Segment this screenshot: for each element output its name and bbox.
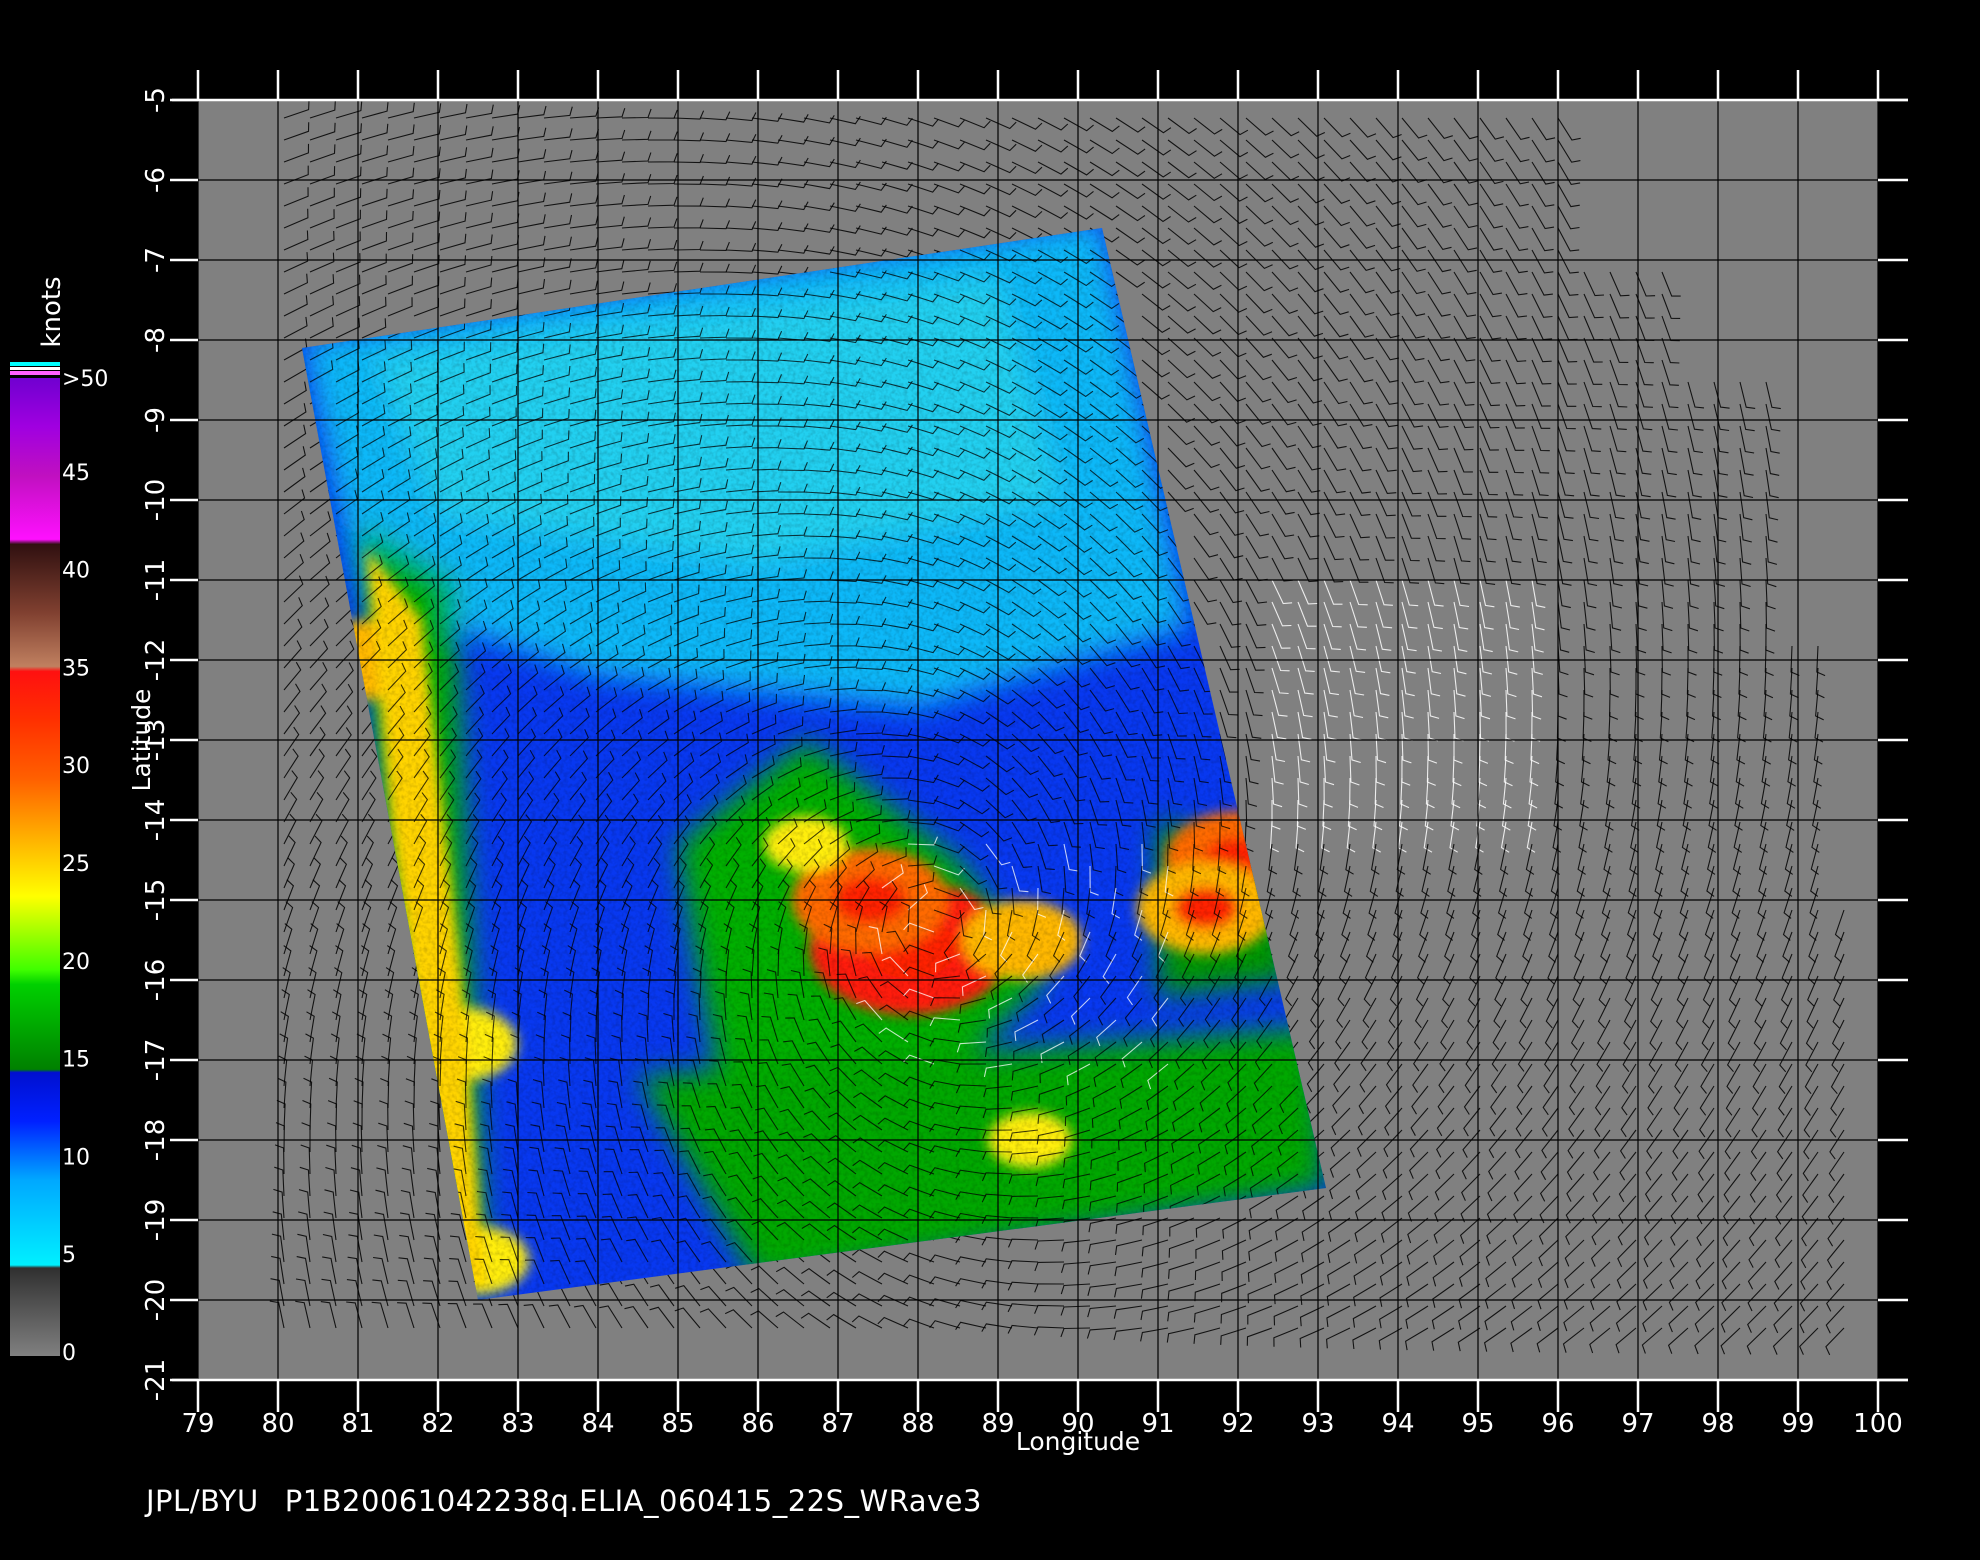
lon-tick-label: 81 xyxy=(341,1409,374,1439)
lat-tick-label: -20 xyxy=(141,1279,171,1321)
x-axis-label: Longitude xyxy=(1016,1427,1140,1456)
lon-tick-label: 85 xyxy=(661,1409,694,1439)
lon-tick-label: 87 xyxy=(821,1409,854,1439)
lon-tick-label: 89 xyxy=(981,1409,1014,1439)
legend-tick-label: 0 xyxy=(62,1341,76,1366)
legend-labels: >50 45 40 35 30 25 20 15 10 5 0 xyxy=(62,367,108,1366)
lat-tick-label: -16 xyxy=(141,959,171,1001)
lat-tick-label: -19 xyxy=(141,1199,171,1241)
lat-tick-label: -6 xyxy=(141,167,171,193)
legend-tick-label: 20 xyxy=(62,950,90,975)
lat-tick-label: -11 xyxy=(141,559,171,601)
lon-tick-label: 91 xyxy=(1141,1409,1174,1439)
lat-tick-label: -7 xyxy=(141,247,171,273)
lon-tick-label: 86 xyxy=(741,1409,774,1439)
legend-tick-label: 30 xyxy=(62,754,90,779)
lat-tick-label: -5 xyxy=(141,87,171,113)
legend-tick-label: 45 xyxy=(62,461,90,486)
lon-tick-label: 79 xyxy=(181,1409,214,1439)
lat-tick-label: -9 xyxy=(141,407,171,433)
lon-tick-label: 84 xyxy=(581,1409,614,1439)
lon-tick-label: 99 xyxy=(1781,1409,1814,1439)
legend-tick-label: 15 xyxy=(62,1048,90,1073)
lon-tick-label: 97 xyxy=(1621,1409,1654,1439)
lon-tick-label: 96 xyxy=(1541,1409,1574,1439)
lon-tick-label: 83 xyxy=(501,1409,534,1439)
lat-tick-label: -18 xyxy=(141,1119,171,1161)
wind-speed-legend: >50 45 40 35 30 25 20 15 10 5 0 knots xyxy=(10,276,108,1366)
legend-colorbar xyxy=(10,378,60,1356)
lat-tick-label: -10 xyxy=(141,479,171,521)
legend-cap-white xyxy=(10,367,60,370)
lon-tick-label: 95 xyxy=(1461,1409,1494,1439)
lon-tick-label: 93 xyxy=(1301,1409,1334,1439)
footer-caption: JPL/BYU P1B20061042238q.ELIA_060415_22S_W… xyxy=(146,1484,1008,1518)
lon-tick-label: 98 xyxy=(1701,1409,1734,1439)
lat-tick-label: -12 xyxy=(141,639,171,681)
legend-tick-label: 10 xyxy=(62,1145,90,1170)
lat-tick-label: -17 xyxy=(141,1039,171,1081)
y-axis-label: Latitude xyxy=(127,689,156,792)
legend-tick-label: 5 xyxy=(62,1243,76,1268)
legend-tick-label: 35 xyxy=(62,656,90,681)
lat-tick-label: -21 xyxy=(141,1359,171,1401)
wind-map: 79 80 81 82 83 84 85 86 87 88 89 90 91 92 93 94 95 96 97 98… xyxy=(10,70,1908,1456)
legend-tick-label: 40 xyxy=(62,559,90,584)
lon-tick-label: 80 xyxy=(261,1409,294,1439)
footer-source: JPL/BYU xyxy=(146,1484,259,1518)
lat-tick-label: -8 xyxy=(141,327,171,353)
legend-cap-cyan xyxy=(10,362,60,366)
lat-tick-label: -15 xyxy=(141,879,171,921)
lon-tick-label: 82 xyxy=(421,1409,454,1439)
lon-tick-label: 100 xyxy=(1853,1409,1903,1439)
footer-file-id: P1B20061042238q.ELIA_060415_22S_WRave3 xyxy=(284,1484,982,1518)
legend-tick-label: 25 xyxy=(62,852,90,877)
legend-cap-pink xyxy=(10,371,60,375)
lon-tick-label: 92 xyxy=(1221,1409,1254,1439)
lon-tick-label: 94 xyxy=(1381,1409,1414,1439)
lon-tick-label: 88 xyxy=(901,1409,934,1439)
legend-tick-label: >50 xyxy=(62,367,108,392)
lat-tick-label: -14 xyxy=(141,799,171,841)
legend-unit: knots xyxy=(37,276,67,347)
